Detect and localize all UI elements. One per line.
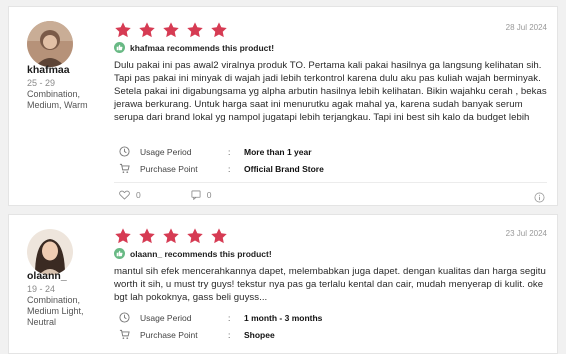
recommendation-text: olaann_ recommends this product! (130, 248, 272, 259)
recommendation-text: khafmaa recommends this product! (130, 42, 275, 53)
purchase-point-value: Shopee (244, 329, 275, 340)
like-count: 0 (136, 190, 141, 200)
info-icon[interactable] (534, 190, 545, 208)
usage-period-value: More than 1 year (244, 146, 312, 157)
purchase-point-value: Official Brand Store (244, 163, 324, 174)
star-icon (163, 22, 179, 38)
cart-icon (119, 329, 130, 340)
thumbs-up-icon (114, 248, 125, 259)
user-skin-type: Combination, Medium, Warm (27, 89, 88, 110)
star-icon (211, 22, 227, 38)
review-date: 28 Jul 2024 (505, 23, 547, 32)
star-icon (211, 228, 227, 244)
usage-period-row: Usage Period : More than 1 year (119, 146, 312, 157)
usage-period-label: Usage Period (140, 146, 192, 157)
comment-count: 0 (206, 190, 212, 200)
star-icon (115, 228, 131, 244)
heart-icon (119, 190, 130, 200)
star-icon (139, 22, 155, 38)
rating-stars (114, 227, 228, 245)
review-actions: 0 0 (119, 190, 255, 200)
purchase-point-row: Purchase Point : Shopee (119, 329, 275, 340)
comment-icon (191, 190, 201, 200)
review-date: 23 Jul 2024 (505, 229, 547, 238)
like-button[interactable]: 0 (119, 190, 141, 200)
comment-button[interactable]: 0 (191, 190, 212, 200)
username[interactable]: khafmaa (27, 64, 70, 76)
user-age: 19 - 24 (27, 284, 56, 294)
separator: : (228, 312, 231, 323)
review-card: olaann_ 19 - 24 Combination, Medium Ligh… (8, 214, 558, 354)
star-icon (187, 22, 203, 38)
star-icon (115, 22, 131, 38)
star-icon (187, 228, 203, 244)
star-icon (139, 228, 155, 244)
review-card: khafmaa 25 - 29 Combination, Medium, War… (8, 6, 558, 206)
user-skin-type: Combination, Medium Light, Neutral (27, 295, 84, 327)
avatar[interactable] (27, 229, 73, 275)
clock-icon (119, 146, 130, 157)
clock-icon (119, 312, 130, 323)
star-icon (163, 228, 179, 244)
username[interactable]: olaann_ (27, 270, 67, 282)
cart-icon (119, 163, 130, 174)
separator: : (228, 329, 231, 340)
rating-stars (114, 21, 228, 39)
avatar[interactable] (27, 21, 73, 67)
thumbs-up-icon (114, 42, 125, 53)
separator: : (228, 146, 231, 157)
purchase-point-label: Purchase Point (140, 329, 198, 340)
review-text: Dulu pakai ini pas awal2 viralnya produk… (114, 60, 547, 123)
user-age: 25 - 29 (27, 78, 56, 88)
purchase-point-row: Purchase Point : Official Brand Store (119, 163, 324, 174)
usage-period-value: 1 month - 3 months (244, 312, 323, 323)
recommendation-badge: khafmaa recommends this product! (114, 42, 274, 53)
usage-period-label: Usage Period (140, 312, 192, 323)
review-text: mantul sih efek mencerahkannya dapet, me… (114, 266, 546, 303)
usage-period-row: Usage Period : 1 month - 3 months (119, 312, 322, 323)
purchase-point-label: Purchase Point (140, 163, 198, 174)
recommendation-badge: olaann_ recommends this product! (114, 248, 272, 259)
separator: : (228, 163, 231, 174)
divider (114, 182, 547, 183)
